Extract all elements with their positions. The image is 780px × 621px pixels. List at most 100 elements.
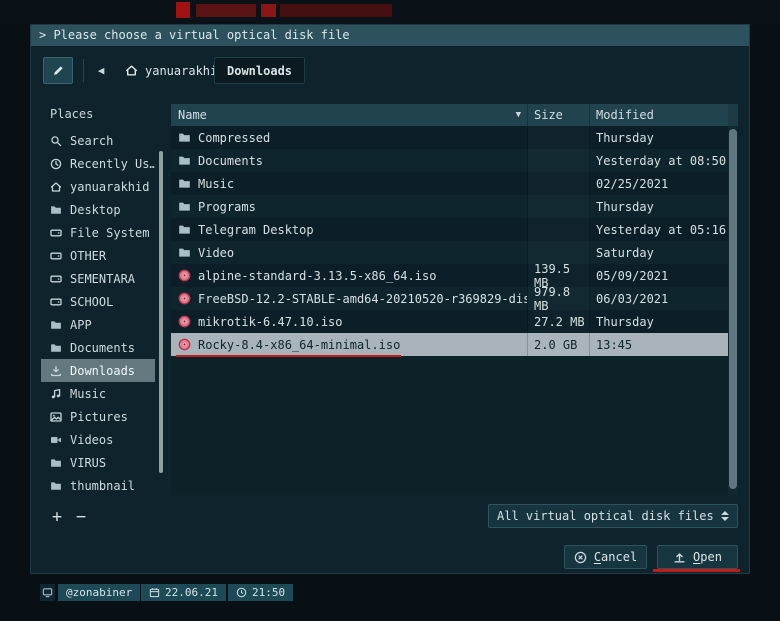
cancel-icon (574, 551, 587, 564)
file-size: 27.2 MB (528, 310, 590, 333)
sidebar-item[interactable]: thumbnail (41, 474, 155, 497)
image-icon (50, 411, 62, 423)
file-size (528, 218, 590, 241)
breadcrumb-current-label: Downloads (227, 63, 293, 78)
remove-bookmark-button[interactable]: − (71, 506, 91, 528)
file-name-cell: Rocky-8.4-x86_64-minimal.iso (171, 333, 528, 356)
sidebar-item[interactable]: SCHOOL (41, 290, 155, 313)
file-name-cell: Telegram Desktop (171, 218, 528, 241)
file-row[interactable]: mikrotik-6.47.10.iso 27.2 MB Thursday (171, 310, 728, 333)
disc-icon (178, 315, 191, 328)
file-modified: Saturday (596, 245, 654, 260)
open-label: Open (693, 550, 722, 564)
file-name: mikrotik-6.47.10.iso (198, 314, 343, 329)
taskbar-clock[interactable]: 21:50 (228, 584, 294, 601)
file-modified: Thursday (596, 199, 654, 214)
sidebar-item-label: File System (70, 225, 150, 240)
file-row[interactable]: Video Saturday (171, 241, 728, 264)
file-list-scrollbar[interactable] (728, 126, 738, 495)
file-size: 2.0 GB (528, 333, 590, 356)
disc-icon (178, 292, 191, 305)
sidebar-item-label: Search (70, 133, 114, 148)
sort-descending-icon: ▼ (515, 110, 521, 120)
cancel-button[interactable]: Cancel (564, 545, 647, 569)
sidebar-item[interactable]: Videos (41, 428, 155, 451)
file-modified: Thursday (596, 314, 654, 329)
type-location-button[interactable] (43, 57, 73, 84)
file-row[interactable]: Music 02/25/2021 (171, 172, 728, 195)
sidebar-item[interactable]: Search (41, 129, 155, 152)
sidebar-item[interactable]: APP (41, 313, 155, 336)
sidebar-scrollbar-thumb[interactable] (159, 151, 163, 473)
back-icon: ◀ (97, 64, 105, 77)
sidebar-item[interactable]: yanuarakhid (41, 175, 155, 198)
open-icon (673, 551, 686, 564)
file-row[interactable]: Documents Yesterday at 08:50 (171, 149, 728, 172)
music-icon (50, 388, 62, 400)
sidebar-item[interactable]: Downloads (41, 359, 155, 382)
sidebar-item-label: OTHER (70, 248, 107, 263)
column-size-label: Size (534, 108, 563, 122)
sidebar-item[interactable]: Documents (41, 336, 155, 359)
taskbar: @zonabiner 22.06.21 21:50 (0, 584, 780, 601)
file-modified: Yesterday at 05:16 (596, 222, 727, 237)
file-row[interactable]: Compressed Thursday (171, 126, 728, 149)
folder-icon (50, 342, 62, 354)
column-name-label: Name (178, 108, 207, 122)
open-button[interactable]: Open (657, 545, 738, 569)
back-button[interactable]: ◀ (89, 57, 113, 84)
file-name: Music (198, 176, 235, 191)
column-header-size[interactable]: Size (528, 104, 590, 126)
places-list: Search Recently Us… yanuarakhid Desktop … (41, 129, 167, 497)
file-name-cell: FreeBSD-12.2-STABLE-amd64-20210520-r3698… (171, 287, 528, 310)
sidebar-item[interactable]: SEMENTARA (41, 267, 155, 290)
monitor-icon (42, 587, 53, 598)
folder-icon (178, 154, 191, 167)
sidebar-item-label: yanuarakhid (70, 179, 150, 194)
breadcrumb-home-label: yanuarakhid (145, 63, 225, 78)
file-name-cell: Video (171, 241, 528, 264)
file-name: FreeBSD-12.2-STABLE-amd64-20210520-r3698… (198, 291, 528, 306)
file-chooser-dialog: > Please choose a virtual optical disk f… (30, 24, 750, 574)
taskbar-date[interactable]: 22.06.21 (141, 584, 226, 601)
taskbar-user-label: @zonabiner (66, 586, 133, 599)
file-name: Telegram Desktop (198, 222, 314, 237)
sidebar-item[interactable]: OTHER (41, 244, 155, 267)
file-row[interactable]: alpine-standard-3.13.5-x86_64.iso 139.5 … (171, 262, 728, 290)
dialog-titlebar[interactable]: > Please choose a virtual optical disk f… (31, 25, 749, 46)
add-bookmark-button[interactable]: + (47, 506, 67, 528)
folder-icon (50, 319, 62, 331)
video-icon (50, 434, 62, 446)
file-name-cell: Documents (171, 149, 528, 172)
taskbar-user[interactable]: @zonabiner (58, 584, 141, 601)
file-row[interactable]: Rocky-8.4-x86_64-minimal.iso 2.0 GB 13:4… (171, 333, 728, 356)
sidebar-item[interactable]: Recently Us… (41, 152, 155, 175)
dropdown-arrows-icon (721, 511, 729, 521)
file-name-cell: Programs (171, 195, 528, 218)
disc-icon (178, 269, 191, 282)
file-list-header: Name ▼ Size Modified (171, 104, 738, 126)
breadcrumb-downloads[interactable]: Downloads (214, 57, 306, 84)
file-type-dropdown[interactable]: All virtual optical disk files (488, 504, 738, 528)
file-modified: Thursday (596, 130, 654, 145)
sidebar-item[interactable]: Desktop (41, 198, 155, 221)
file-row[interactable]: Telegram Desktop Yesterday at 05:16 (171, 218, 728, 241)
toolbar-separator (83, 59, 84, 82)
taskbar-app-icon[interactable] (40, 584, 55, 601)
column-modified-label: Modified (596, 108, 654, 122)
sidebar-item[interactable]: VIRUS (41, 451, 155, 474)
file-row[interactable]: Programs Thursday (171, 195, 728, 218)
sidebar-item[interactable]: Pictures (41, 405, 155, 428)
file-size (528, 195, 590, 218)
folder-icon (50, 457, 62, 469)
scrollbar-thumb[interactable] (729, 129, 737, 489)
folder-icon (178, 131, 191, 144)
file-list: Name ▼ Size Modified Compressed Thursday… (171, 104, 738, 495)
column-header-name[interactable]: Name ▼ (171, 104, 528, 126)
sidebar-item-label: APP (70, 317, 92, 332)
sidebar-item[interactable]: File System (41, 221, 155, 244)
column-header-modified[interactable]: Modified (590, 104, 728, 126)
sidebar-item[interactable]: Music (41, 382, 155, 405)
file-row[interactable]: FreeBSD-12.2-STABLE-amd64-20210520-r3698… (171, 285, 728, 313)
background-window-fragment (280, 4, 392, 17)
